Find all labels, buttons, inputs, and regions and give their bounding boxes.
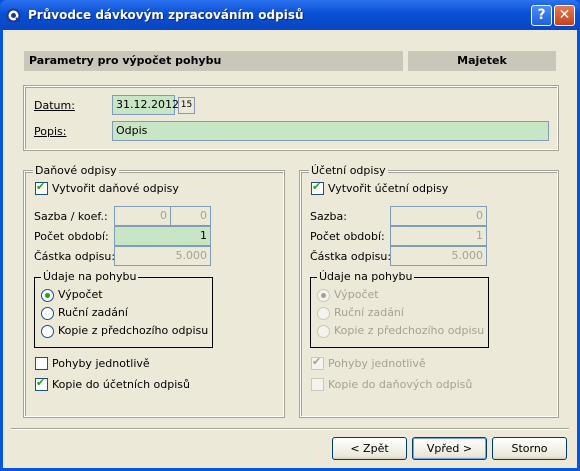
acc-radio-copy-label: Kopie z předchozího odpisu	[334, 324, 485, 337]
acc-radio-manual[interactable]: Ruční zadání	[317, 306, 477, 320]
dialog-window: Průvodce dávkovým zpracováním odpisů ? ✕…	[0, 0, 580, 471]
close-button[interactable]: ✕	[554, 5, 575, 26]
calendar-button[interactable]: 15	[178, 97, 195, 114]
separate-movements-checkbox[interactable]: Pohyby jednotlivě	[35, 357, 235, 371]
acc-separate-movements-label: Pohyby jednotlivě	[328, 357, 426, 370]
accounting-depreciation-group: Účetní odpisy ✔ Vytvořit účetní odpisy S…	[299, 164, 559, 418]
acc-rate-label: Sazba:	[310, 210, 347, 223]
acc-periods-label: Počet období:	[310, 230, 385, 243]
acc-radio-calc-label: Výpočet	[334, 288, 379, 301]
radio-calc[interactable]: Výpočet	[41, 288, 201, 302]
acc-radio-calc[interactable]: Výpočet	[317, 288, 477, 302]
create-tax-checkbox[interactable]: ✔ Vytvořit daňové odpisy	[35, 180, 235, 196]
acc-periods-field[interactable]: 1	[390, 226, 487, 246]
create-tax-label: Vytvořit daňové odpisy	[52, 182, 179, 195]
separate-movements-label: Pohyby jednotlivě	[52, 357, 150, 370]
acc-separate-movements-checkbox[interactable]: ✔ Pohyby jednotlivě	[311, 355, 511, 371]
periods-label: Počet období:	[34, 230, 109, 243]
page-title: Parametry pro výpočet pohybu	[24, 51, 403, 71]
help-button[interactable]: ?	[531, 5, 552, 26]
general-group: Datum: 31.12.2012 15 Popis: Odpis	[23, 85, 559, 151]
radio-manual[interactable]: Ruční zadání	[41, 306, 201, 320]
app-icon	[6, 8, 21, 23]
coef-field[interactable]: 0	[170, 206, 211, 226]
help-icon: ?	[537, 7, 546, 23]
dialog-client: Parametry pro výpočet pohybu Majetek Dat…	[3, 30, 577, 468]
radio-calc-label: Výpočet	[58, 288, 103, 301]
copy-to-accounting-checkbox[interactable]: ✔ Kopie do účetních odpisů	[35, 376, 235, 392]
acc-movement-data-box: Údaje na pohybu Výpočet Ruční zadání Kop…	[310, 270, 489, 348]
amount-label: Částka odpisu:	[34, 250, 116, 263]
acc-radio-manual-label: Ruční zadání	[334, 306, 404, 319]
datum-label: Datum:	[34, 99, 75, 112]
check-icon: ✔	[312, 355, 322, 368]
accounting-group-title: Účetní odpisy	[309, 164, 388, 177]
tax-group-title: Daňové odpisy	[33, 164, 119, 177]
check-icon: ✔	[36, 376, 46, 389]
acc-amount-label: Částka odpisu:	[310, 250, 392, 263]
check-icon: ✔	[312, 180, 322, 193]
asset-header: Majetek	[408, 51, 556, 71]
acc-radio-copy[interactable]: Kopie z předchozího odpisu	[317, 324, 485, 338]
create-accounting-label: Vytvořit účetní odpisy	[328, 182, 449, 195]
close-icon: ✕	[558, 7, 571, 23]
popis-label: Popis:	[34, 125, 67, 138]
amount-field[interactable]: 5.000	[114, 246, 211, 266]
title-bar[interactable]: Průvodce dávkovým zpracováním odpisů ? ✕	[0, 0, 580, 30]
footer-divider	[11, 428, 569, 430]
copy-to-accounting-label: Kopie do účetních odpisů	[52, 378, 191, 391]
tax-depreciation-group: Daňové odpisy ✔ Vytvořit daňové odpisy S…	[23, 164, 285, 418]
back-button[interactable]: < Zpět	[332, 437, 407, 460]
radio-manual-label: Ruční zadání	[58, 306, 128, 319]
cancel-button[interactable]: Storno	[492, 437, 567, 460]
periods-field[interactable]: 1	[114, 226, 211, 246]
rate-label: Sazba / koef.:	[34, 210, 108, 223]
rate-field[interactable]: 0	[114, 206, 171, 226]
acc-movement-data-title: Údaje na pohybu	[317, 270, 415, 283]
acc-rate-field[interactable]: 0	[390, 206, 487, 226]
radio-copy[interactable]: Kopie z předchozího odpisu	[41, 324, 209, 338]
next-button[interactable]: Vpřed >	[412, 437, 487, 460]
create-accounting-checkbox[interactable]: ✔ Vytvořit účetní odpisy	[311, 180, 511, 196]
radio-selected-icon	[45, 293, 50, 298]
description-field[interactable]: Odpis	[112, 121, 549, 141]
movement-data-title: Údaje na pohybu	[41, 270, 139, 283]
radio-copy-label: Kopie z předchozího odpisu	[58, 324, 209, 337]
movement-data-box: Údaje na pohybu Výpočet Ruční zadání Kop…	[34, 270, 213, 348]
copy-to-tax-label: Kopie do daňových odpisů	[328, 378, 473, 391]
copy-to-tax-checkbox[interactable]: Kopie do daňových odpisů	[311, 378, 511, 392]
radio-selected-icon	[321, 293, 326, 298]
acc-amount-field[interactable]: 5.000	[390, 246, 487, 266]
date-field[interactable]: 31.12.2012	[112, 95, 179, 115]
check-icon: ✔	[36, 180, 46, 193]
calendar-icon: 15	[180, 100, 193, 110]
window-title: Průvodce dávkovým zpracováním odpisů	[28, 8, 304, 22]
